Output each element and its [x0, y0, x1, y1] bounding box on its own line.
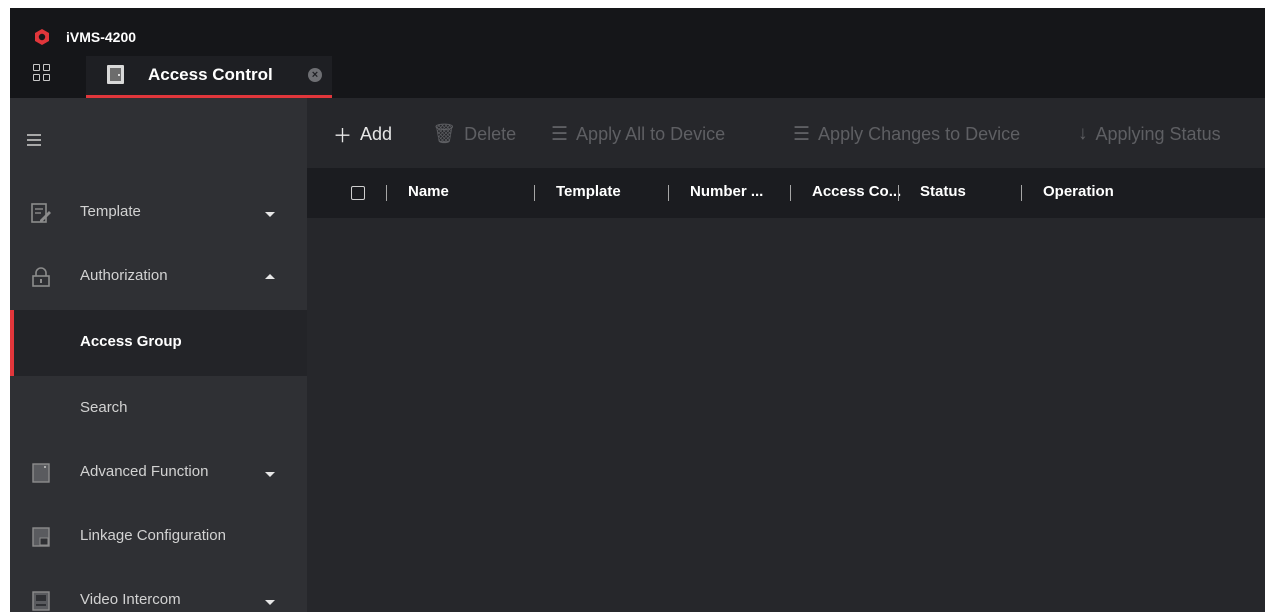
add-label: Add [360, 123, 393, 144]
download-circle-icon: ↓︎ [1078, 123, 1088, 144]
edit-template-icon [31, 203, 51, 223]
sidebar-item-label: Authorization [80, 267, 168, 284]
apply-all-label: Apply All to Device [576, 123, 726, 144]
apply-all-to-device-button[interactable]: ☰ Apply All to Device [551, 118, 725, 150]
apply-changes-icon: ☰ [793, 123, 811, 145]
toolbar: ＋ Add 🗑︎ Delete ☰ Apply All to Device ☰ … [307, 98, 1265, 168]
table-body [307, 218, 1265, 612]
sidebar-item-label: Advanced Function [80, 463, 209, 480]
sidebar-item-label: Video Intercom [80, 591, 181, 608]
hikvision-logo-icon [35, 29, 49, 45]
apply-changes-to-device-button[interactable]: ☰ Apply Changes to Device [793, 118, 1020, 150]
sidebar-item-search[interactable]: Search [10, 376, 307, 442]
apply-changes-label: Apply Changes to Device [818, 123, 1021, 144]
chevron-up-icon [265, 274, 275, 279]
sidebar-item-label: Access Group [80, 333, 182, 350]
column-header-number[interactable]: Number ... [690, 183, 763, 200]
sidebar-item-label: Linkage Configuration [80, 527, 226, 544]
module-grid-icon[interactable] [33, 64, 51, 82]
sidebar-item-template[interactable]: Template [10, 182, 307, 246]
sidebar-item-label: Search [80, 399, 128, 416]
sidebar-item-access-group[interactable]: Access Group [10, 310, 307, 376]
column-separator [386, 185, 387, 201]
plus-icon: ＋ [333, 125, 353, 147]
column-header-template[interactable]: Template [556, 183, 621, 200]
column-header-access-control[interactable]: Access Co... [812, 183, 901, 200]
intercom-icon [32, 591, 50, 611]
tab-label: Access Control [148, 65, 273, 84]
column-header-status[interactable]: Status [920, 183, 966, 200]
chevron-down-icon [265, 472, 275, 477]
chevron-down-icon [265, 600, 275, 605]
table-header: Name Template Number ... Access Co... St… [307, 168, 1265, 218]
add-button[interactable]: ＋ Add [333, 118, 392, 150]
column-separator [1021, 185, 1022, 201]
linkage-icon [32, 527, 50, 547]
sidebar-item-linkage-configuration[interactable]: Linkage Configuration [10, 506, 307, 570]
sidebar-item-video-intercom[interactable]: Video Intercom [10, 570, 307, 612]
hamburger-icon[interactable] [27, 134, 41, 146]
tab-access-control[interactable]: Access Control × [86, 56, 332, 98]
column-separator [668, 185, 669, 201]
sidebar-item-label: Template [80, 203, 141, 220]
sidebar: Template Authorization Access Group Sear… [10, 98, 307, 612]
sidebar-item-advanced-function[interactable]: Advanced Function [10, 442, 307, 506]
close-tab-icon[interactable]: × [308, 68, 322, 82]
column-separator [534, 185, 535, 201]
app-window: iVMS-4200 Access Control × Template Auth… [10, 8, 1265, 612]
delete-label: Delete [464, 123, 517, 144]
app-name: iVMS-4200 [66, 29, 137, 45]
applying-status-button[interactable]: ↓︎ Applying Status [1078, 118, 1221, 150]
delete-button[interactable]: 🗑︎ Delete [432, 118, 516, 150]
select-all-checkbox[interactable] [351, 186, 365, 200]
main-content: ＋ Add 🗑︎ Delete ☰ Apply All to Device ☰ … [307, 98, 1265, 612]
chevron-down-icon [265, 212, 275, 217]
door-icon [107, 65, 124, 84]
column-separator [898, 185, 899, 201]
title-bar: iVMS-4200 Access Control × [10, 8, 1265, 98]
advanced-function-icon [32, 463, 50, 483]
sidebar-item-authorization[interactable]: Authorization [10, 246, 307, 310]
apply-all-icon: ☰ [551, 123, 569, 145]
column-header-name[interactable]: Name [408, 183, 449, 200]
column-header-operation[interactable]: Operation [1043, 183, 1114, 200]
lock-icon [32, 267, 50, 287]
app-title: iVMS-4200 [34, 26, 136, 48]
applying-status-label: Applying Status [1095, 123, 1221, 144]
trash-icon: 🗑︎ [432, 124, 457, 145]
column-separator [790, 185, 791, 201]
